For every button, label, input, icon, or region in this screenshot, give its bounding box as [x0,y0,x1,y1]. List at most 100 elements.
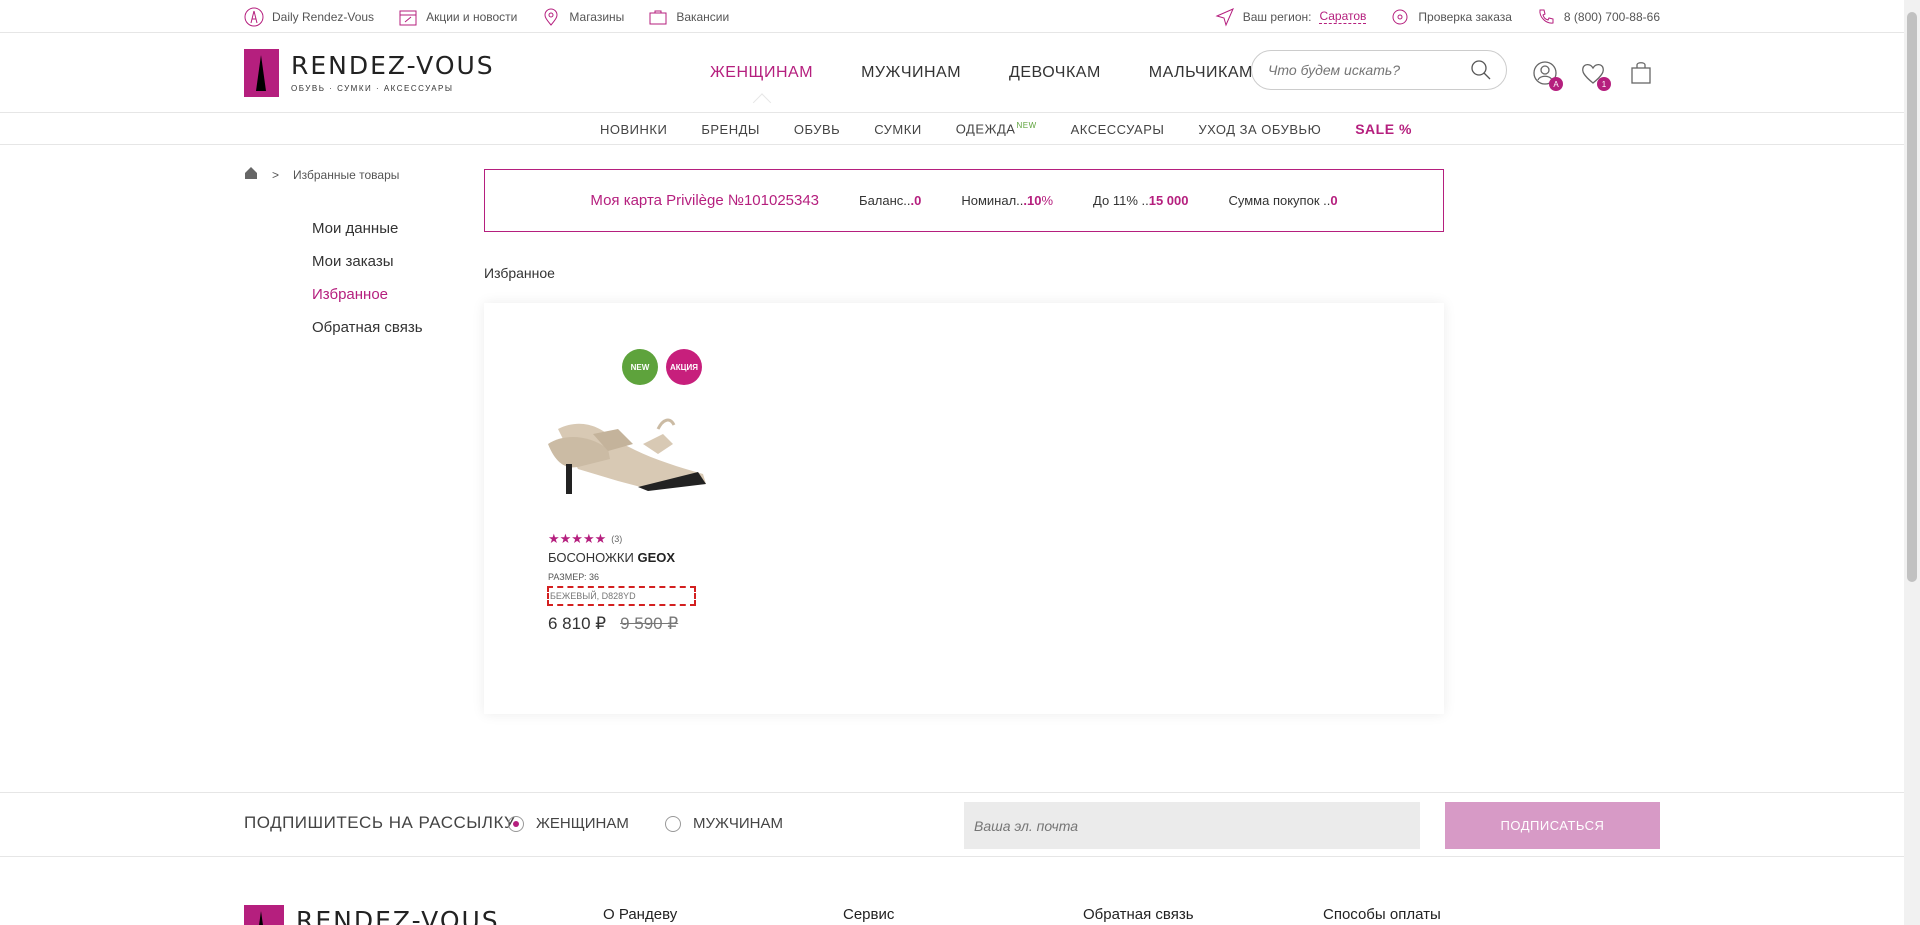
jobs-label: Вакансии [676,9,730,24]
scrollbar-thumb[interactable] [1907,12,1917,582]
new-tag: NEW [1016,121,1037,131]
product-price: 6 810 ₽ 9 590 ₽ [548,614,678,634]
subscribe-button[interactable]: ПОДПИСАТЬСЯ [1445,802,1660,849]
newsletter-label: ПОДПИШИТЕСЬ НА РАССЫЛКУ [244,813,516,832]
top-bar: Daily Rendez-Vous Акции и новости Магази… [0,0,1904,33]
cat-clothing[interactable]: ОДЕЖДАNEW [956,121,1037,136]
main-nav: ЖЕНЩИНАМ МУЖЧИНАМ ДЕВОЧКАМ МАЛЬЧИКАМ [710,33,1253,113]
rating: ★★★★★ (3) [548,531,622,547]
footer-logo[interactable]: RENDEZ-VOUS [244,905,500,925]
top-bar-right: Ваш регион: Саратов Проверка заказа 8 (8… [1215,0,1660,33]
nominal-label: Номинал.. [961,193,1024,208]
header: RENDEZ-VOUS ОБУВЬ · СУМКИ · АКСЕССУАРЫ Ж… [0,33,1904,113]
product-type: БОСОНОЖКИ [548,550,634,565]
product-name[interactable]: БОСОНОЖКИ GEOX [548,550,675,565]
cart-button[interactable] [1627,59,1655,87]
search-icon[interactable] [1470,59,1492,81]
eiffel-tower-icon [244,7,264,26]
shopping-bag-icon [1631,62,1651,84]
radio-women[interactable]: ЖЕНЩИНАМ [508,815,629,832]
upto-label: До 11% .. [1093,193,1149,208]
radio-men[interactable]: МУЖЧИНАМ [665,815,783,832]
wishlist-badge: 1 [1597,77,1611,91]
footer-col-feedback[interactable]: Обратная связь [1083,906,1194,923]
cat-shoe-care[interactable]: УХОД ЗА ОБУВЬЮ [1198,122,1321,137]
order-check-link[interactable]: Проверка заказа [1390,7,1512,27]
search-box [1251,50,1507,90]
radio-men-label: МУЖЧИНАМ [693,815,783,832]
menu-favorites[interactable]: Избранное [312,286,423,303]
phone-link[interactable]: 8 (800) 700-88-66 [1536,7,1660,27]
logo-mark [244,49,279,97]
cat-shoes[interactable]: ОБУВЬ [794,122,840,137]
cat-brands[interactable]: БРЕНДЫ [701,122,760,137]
product-size: РАЗМЕР: 36 [548,572,600,582]
daily-label: Daily Rendez-Vous [272,9,375,24]
current-price: 6 810 ₽ [548,614,607,633]
radio-women-indicator[interactable] [508,815,524,832]
cat-sale[interactable]: SALE % [1355,121,1412,137]
breadcrumb: > Избранные товары [244,166,399,183]
jobs-link[interactable]: Вакансии [648,7,729,27]
category-items: НОВИНКИ БРЕНДЫ ОБУВЬ СУМКИ ОДЕЖДАNEW АКС… [600,113,1412,145]
radio-women-label: ЖЕНЩИНАМ [536,815,629,832]
footer-col-about[interactable]: О Рандеву [603,906,677,923]
old-price: 9 590 ₽ [620,614,679,633]
logo-text: RENDEZ-VOUS ОБУВЬ · СУМКИ · АКСЕССУАРЫ [291,53,495,93]
stores-link[interactable]: Магазины [541,7,624,27]
balance-label: Баланс.. [859,193,911,208]
footer-col-payment[interactable]: Способы оплаты [1323,906,1441,923]
nominal: Номинал...10% [961,193,1053,208]
region-selector[interactable]: Ваш регион: Саратов [1215,7,1367,27]
brand-name: RENDEZ-VOUS [291,51,495,80]
top-bar-left: Daily Rendez-Vous Акции и новости Магази… [244,0,729,33]
brand-tagline: ОБУВЬ · СУМКИ · АКСЕССУАРЫ [291,84,454,93]
rating-stars: ★★★★★ [548,531,607,546]
nav-men[interactable]: МУЖЧИНАМ [861,64,961,82]
target-icon [1392,9,1408,24]
nav-women[interactable]: ЖЕНЩИНАМ [710,64,813,82]
stores-label: Магазины [569,9,625,24]
home-link[interactable] [244,166,258,183]
footer-col-service[interactable]: Сервис [843,906,894,923]
daily-link[interactable]: Daily Rendez-Vous [244,7,374,27]
sandal-image[interactable] [538,389,708,509]
region-city-link[interactable]: Саратов [1319,9,1367,24]
favorites-panel: NEW АКЦИЯ ★★★★★ (3) БОСОНОЖКИ GEOX РАЗМЕ… [484,303,1444,714]
promo-label: Акции и новости [426,9,518,24]
footer-logo-mark [244,905,284,925]
cat-clothing-label: ОДЕЖДА [955,121,1016,137]
map-pin-icon [544,8,558,26]
promo-link[interactable]: Акции и новости [398,7,517,27]
page-scrollbar[interactable] [1904,0,1920,925]
page-title: Избранное [484,265,555,281]
card-number: Моя карта Privilège №101025343 [590,192,820,209]
category-nav: НОВИНКИ БРЕНДЫ ОБУВЬ СУМКИ ОДЕЖДАNEW АКС… [0,113,1904,145]
account-badge: A [1549,77,1563,91]
radio-men-indicator[interactable] [665,815,681,832]
menu-my-data[interactable]: Мои данные [312,220,423,237]
briefcase-icon [649,10,667,24]
email-field[interactable] [964,802,1420,849]
site-logo[interactable]: RENDEZ-VOUS ОБУВЬ · СУМКИ · АКСЕССУАРЫ [244,49,495,97]
menu-feedback[interactable]: Обратная связь [312,319,423,336]
upto: До 11% ..15 000 [1093,193,1188,208]
breadcrumb-separator: > [272,167,280,182]
wishlist-button[interactable]: 1 [1579,59,1611,91]
nav-girls[interactable]: ДЕВОЧКАМ [1009,64,1101,82]
balance: Баланс...0 [859,193,921,208]
footer-brand-name: RENDEZ-VOUS [296,905,500,925]
cat-accessories[interactable]: АКСЕССУАРЫ [1071,122,1165,137]
product-brand: GEOX [637,550,676,565]
cat-bags[interactable]: СУМКИ [874,122,921,137]
cat-new[interactable]: НОВИНКИ [600,122,667,137]
account-menu: Мои данные Мои заказы Избранное Обратная… [312,220,423,336]
account-button[interactable]: A [1531,59,1563,91]
navigation-arrow-icon [1215,7,1234,26]
menu-my-orders[interactable]: Мои заказы [312,253,423,270]
nominal-value: .10 [1023,193,1042,208]
balance-value: .0 [910,193,922,208]
home-icon [245,167,257,179]
nav-boys[interactable]: МАЛЬЧИКАМ [1149,64,1253,82]
search-input[interactable] [1268,62,1470,78]
